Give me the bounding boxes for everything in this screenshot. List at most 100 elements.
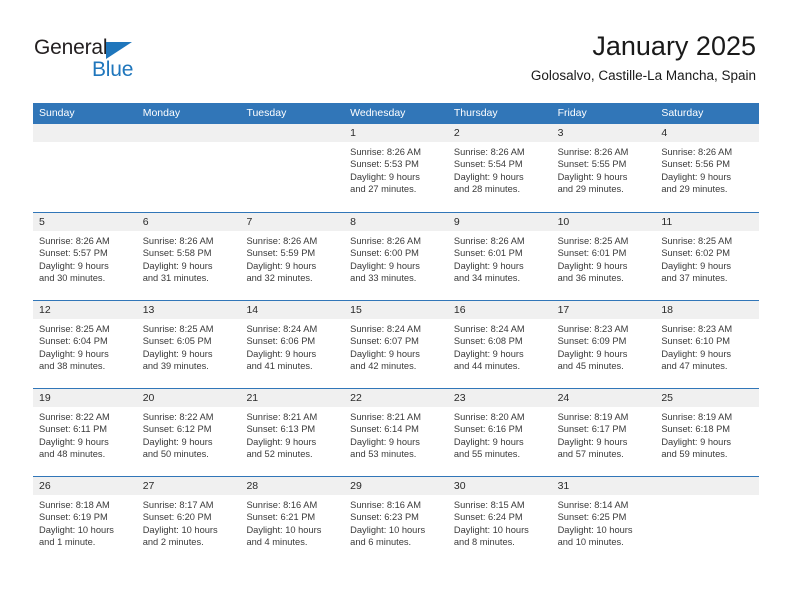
- day-number-band: 12: [33, 301, 137, 319]
- calendar-day-cell[interactable]: 15 Sunrise: 8:24 AM Sunset: 6:07 PM Dayligh…: [344, 301, 448, 388]
- day-info-line: and 48 minutes.: [39, 449, 106, 460]
- day-info-line: Sunrise: 8:26 AM: [453, 147, 525, 157]
- calendar-day-cell[interactable]: 3 Sunrise: 8:26 AM Sunset: 5:55 PM Daylight…: [551, 124, 656, 212]
- day-info-line: Sunset: 5:59 PM: [246, 248, 316, 259]
- day-info-line: Daylight: 9 hours: [142, 260, 213, 271]
- calendar-day-cell[interactable]: 18 Sunrise: 8:23 AM Sunset: 6:10 PM Dayligh…: [655, 301, 760, 388]
- day-info-line: Sunset: 6:06 PM: [246, 336, 316, 347]
- calendar-day-cell-empty: [240, 124, 345, 212]
- day-info-line: Sunset: 6:02 PM: [661, 248, 731, 259]
- day-sun-info: Sunrise: 8:17 AM Sunset: 6:20 PM Daylight:…: [137, 495, 241, 549]
- day-number-band: 10: [551, 213, 656, 231]
- calendar-day-cell[interactable]: 25 Sunrise: 8:19 AM Sunset: 6:18 PM Dayligh…: [655, 389, 760, 476]
- calendar-day-cell[interactable]: 20 Sunrise: 8:22 AM Sunset: 6:12 PM Dayligh…: [136, 389, 241, 476]
- day-sun-info: Sunrise: 8:20 AM Sunset: 6:16 PM Daylight:…: [448, 407, 552, 461]
- calendar-week-row: 12 Sunrise: 8:25 AM Sunset: 6:04 PM Dayligh…: [33, 300, 760, 388]
- day-info-line: Sunset: 6:08 PM: [453, 336, 523, 347]
- day-number: 16: [453, 304, 466, 316]
- calendar-day-cell[interactable]: 11 Sunrise: 8:25 AM Sunset: 6:02 PM Dayligh…: [655, 213, 760, 300]
- day-info-line: and 45 minutes.: [557, 361, 624, 372]
- day-info-line: Sunrise: 8:17 AM: [142, 500, 214, 510]
- day-number-band: 8: [344, 213, 448, 231]
- weekday-header-thursday: Thursday: [453, 107, 498, 119]
- day-number-band: 17: [551, 301, 656, 319]
- day-number-band: 20: [136, 389, 241, 407]
- day-info-line: Sunrise: 8:26 AM: [246, 236, 318, 246]
- weekday-header-row: Sunday Monday Tuesday Wednesday Thursday Frid…: [33, 103, 759, 124]
- calendar-day-cell[interactable]: 17 Sunrise: 8:23 AM Sunset: 6:09 PM Dayligh…: [551, 301, 656, 388]
- day-info-line: and 37 minutes.: [661, 273, 728, 284]
- day-info-line: Sunset: 6:14 PM: [350, 424, 419, 435]
- calendar-day-cell[interactable]: 22 Sunrise: 8:21 AM Sunset: 6:14 PM Dayligh…: [344, 389, 448, 476]
- calendar-day-cell-empty: [136, 124, 241, 212]
- calendar-day-cell[interactable]: 5 Sunrise: 8:26 AM Sunset: 5:57 PM Daylight…: [33, 213, 137, 300]
- general-blue-logo[interactable]: General Blue: [34, 36, 164, 84]
- day-sun-info: Sunrise: 8:25 AM Sunset: 6:05 PM Daylight:…: [137, 319, 241, 373]
- weekday-header-wednesday: Wednesday: [350, 107, 406, 119]
- day-number: 1: [350, 127, 356, 139]
- day-info-line: Sunrise: 8:14 AM: [557, 500, 629, 510]
- day-info-line: and 38 minutes.: [39, 361, 106, 372]
- day-info-line: Sunrise: 8:24 AM: [246, 324, 318, 334]
- calendar-day-cell[interactable]: 8 Sunrise: 8:26 AM Sunset: 6:00 PM Daylight…: [344, 213, 448, 300]
- day-sun-info: Sunrise: 8:14 AM Sunset: 6:25 PM Daylight:…: [552, 495, 656, 549]
- day-number: 31: [557, 480, 570, 492]
- day-info-line: Sunrise: 8:23 AM: [557, 324, 629, 334]
- day-info-line: and 29 minutes.: [557, 184, 624, 195]
- calendar-day-cell[interactable]: 26 Sunrise: 8:18 AM Sunset: 6:19 PM Dayligh…: [33, 477, 137, 564]
- page-title: January 2025: [592, 31, 756, 61]
- calendar-day-cell[interactable]: 31 Sunrise: 8:14 AM Sunset: 6:25 PM Dayligh…: [551, 477, 656, 564]
- calendar-day-cell[interactable]: 28 Sunrise: 8:16 AM Sunset: 6:21 PM Dayligh…: [240, 477, 345, 564]
- day-info-line: Sunset: 6:04 PM: [39, 336, 108, 347]
- calendar-day-cell-empty: [33, 124, 137, 212]
- day-info-line: Sunrise: 8:23 AM: [661, 324, 733, 334]
- day-info-line: Daylight: 9 hours: [142, 348, 213, 359]
- calendar-day-cell[interactable]: 1 Sunrise: 8:26 AM Sunset: 5:53 PM Daylight…: [344, 124, 448, 212]
- calendar-day-cell[interactable]: 9 Sunrise: 8:26 AM Sunset: 6:01 PM Daylight…: [447, 213, 552, 300]
- calendar-day-cell[interactable]: 2 Sunrise: 8:26 AM Sunset: 5:54 PM Daylight…: [447, 124, 552, 212]
- calendar-day-cell[interactable]: 24 Sunrise: 8:19 AM Sunset: 6:17 PM Dayligh…: [551, 389, 656, 476]
- calendar-day-cell[interactable]: 29 Sunrise: 8:16 AM Sunset: 6:23 PM Dayligh…: [344, 477, 448, 564]
- day-number-band: 22: [344, 389, 448, 407]
- day-sun-info: Sunrise: 8:25 AM Sunset: 6:04 PM Daylight:…: [33, 319, 137, 373]
- day-info-line: Sunrise: 8:19 AM: [557, 412, 629, 422]
- calendar-day-cell[interactable]: 13 Sunrise: 8:25 AM Sunset: 6:05 PM Dayligh…: [136, 301, 241, 388]
- day-number-band: 15: [344, 301, 448, 319]
- day-info-line: Sunset: 6:25 PM: [557, 512, 627, 523]
- calendar-day-cell[interactable]: 12 Sunrise: 8:25 AM Sunset: 6:04 PM Dayligh…: [33, 301, 137, 388]
- day-sun-info: Sunrise: 8:22 AM Sunset: 6:12 PM Daylight:…: [137, 407, 241, 461]
- day-info-line: Daylight: 10 hours: [350, 524, 426, 535]
- day-info-line: Sunset: 6:05 PM: [142, 336, 212, 347]
- calendar-day-cell[interactable]: 6 Sunrise: 8:26 AM Sunset: 5:58 PM Daylight…: [136, 213, 241, 300]
- day-info-line: Sunset: 6:13 PM: [246, 424, 316, 435]
- day-info-line: Daylight: 9 hours: [350, 260, 420, 271]
- day-info-line: Sunset: 6:18 PM: [661, 424, 731, 435]
- day-sun-info: Sunrise: 8:26 AM Sunset: 5:55 PM Daylight:…: [552, 142, 656, 196]
- calendar-day-cell[interactable]: 19 Sunrise: 8:22 AM Sunset: 6:11 PM Dayligh…: [33, 389, 137, 476]
- day-info-line: and 34 minutes.: [453, 273, 521, 284]
- day-number-band: 14: [240, 301, 345, 319]
- day-info-line: Sunset: 5:57 PM: [39, 248, 108, 259]
- day-number: 15: [350, 304, 362, 316]
- day-sun-info: Sunrise: 8:23 AM Sunset: 6:09 PM Daylight:…: [552, 319, 656, 373]
- calendar-day-cell[interactable]: 21 Sunrise: 8:21 AM Sunset: 6:13 PM Dayligh…: [240, 389, 345, 476]
- calendar-day-cell[interactable]: 14 Sunrise: 8:24 AM Sunset: 6:06 PM Dayligh…: [240, 301, 345, 388]
- day-sun-info: Sunrise: 8:26 AM Sunset: 6:00 PM Daylight:…: [344, 231, 448, 285]
- day-info-line: Sunset: 5:54 PM: [453, 159, 523, 170]
- calendar-day-cell[interactable]: 30 Sunrise: 8:15 AM Sunset: 6:24 PM Dayligh…: [447, 477, 552, 564]
- calendar-day-cell[interactable]: 16 Sunrise: 8:24 AM Sunset: 6:08 PM Dayligh…: [447, 301, 552, 388]
- calendar-day-cell[interactable]: 23 Sunrise: 8:20 AM Sunset: 6:16 PM Dayligh…: [447, 389, 552, 476]
- day-number: 19: [39, 392, 51, 404]
- calendar-day-cell[interactable]: 7 Sunrise: 8:26 AM Sunset: 5:59 PM Daylight…: [240, 213, 345, 300]
- weekday-header-friday: Friday: [557, 107, 587, 119]
- day-info-line: Sunrise: 8:25 AM: [661, 236, 733, 246]
- day-info-line: Sunset: 5:56 PM: [661, 159, 731, 170]
- calendar-day-cell[interactable]: 27 Sunrise: 8:17 AM Sunset: 6:20 PM Dayligh…: [136, 477, 241, 564]
- calendar-week-row: 19 Sunrise: 8:22 AM Sunset: 6:11 PM Dayligh…: [33, 388, 760, 476]
- calendar-day-cell[interactable]: 10 Sunrise: 8:25 AM Sunset: 6:01 PM Dayligh…: [551, 213, 656, 300]
- day-info-line: Sunset: 6:19 PM: [39, 512, 108, 523]
- calendar-day-cell[interactable]: 4 Sunrise: 8:26 AM Sunset: 5:56 PM Daylight…: [655, 124, 760, 212]
- day-info-line: Sunrise: 8:24 AM: [453, 324, 525, 334]
- day-number-band: 2: [447, 124, 552, 142]
- day-number-band: 24: [551, 389, 656, 407]
